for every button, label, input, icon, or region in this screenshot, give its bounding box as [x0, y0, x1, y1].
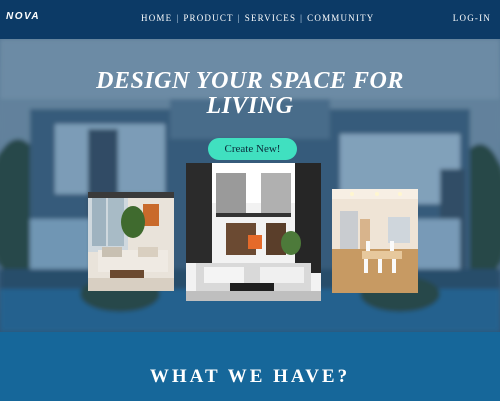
living-room-photo[interactable] [88, 192, 174, 291]
nav-community-link[interactable]: COMMUNITY [307, 13, 374, 23]
create-new-button[interactable]: Create New! [208, 138, 297, 160]
brand-logo[interactable]: NOVA [6, 11, 40, 22]
main-nav: HOME | PRODUCT | SERVICES | COMMUNITY [141, 13, 374, 23]
nav-separator: | [237, 13, 241, 23]
hero-headline-line2: LIVING [206, 93, 294, 119]
nav-separator: | [176, 13, 180, 23]
nav-home-link[interactable]: HOME [141, 13, 172, 23]
hero-section: DESIGN YOUR SPACE FOR LIVING Create New! [0, 39, 500, 332]
section-title: WHAT WE HAVE? [149, 366, 351, 387]
nav-product-link[interactable]: PRODUCT [183, 13, 233, 23]
hero-headline: DESIGN YOUR SPACE FOR LIVING [0, 69, 500, 119]
top-navbar: NOVA HOME | PRODUCT | SERVICES | COMMUNI… [0, 0, 500, 39]
nav-separator: | [300, 13, 304, 23]
login-link[interactable]: LOG-IN [453, 13, 491, 23]
features-section: WHAT WE HAVE? [0, 332, 500, 401]
dining-room-photo[interactable] [332, 189, 418, 293]
nav-services-link[interactable]: SERVICES [245, 13, 296, 23]
hero-headline-line1: DESIGN YOUR SPACE FOR [96, 68, 404, 94]
modern-interior-photo[interactable] [186, 163, 321, 301]
